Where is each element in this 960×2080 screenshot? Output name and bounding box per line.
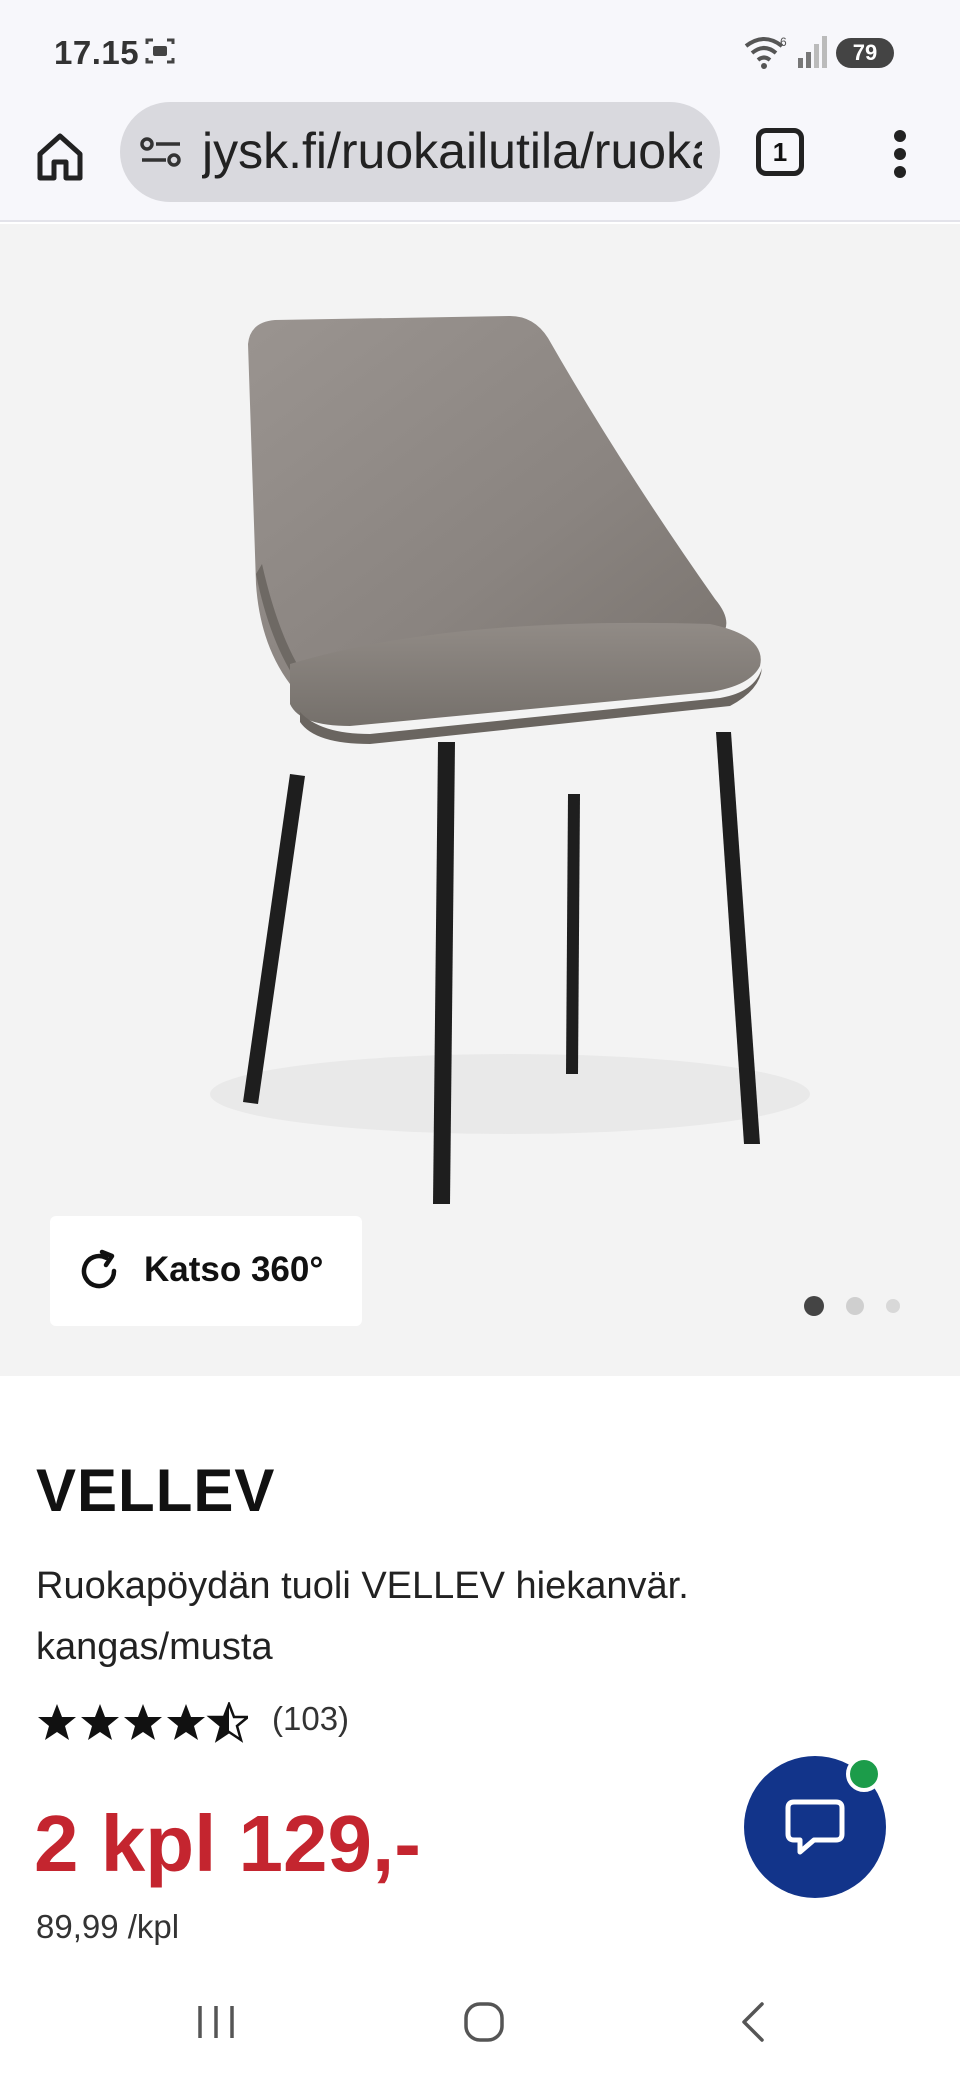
chat-button[interactable] xyxy=(744,1756,886,1898)
home-icon[interactable] xyxy=(30,126,90,186)
screenshot-notification-icon xyxy=(145,38,175,64)
carousel-dot[interactable] xyxy=(886,1299,900,1313)
back-icon[interactable] xyxy=(738,2000,768,2044)
svg-text:6: 6 xyxy=(780,35,787,49)
online-status-indicator xyxy=(846,1756,882,1792)
menu-dot xyxy=(894,166,906,178)
status-bar: 17.15 6 79 xyxy=(0,0,960,100)
product-price: 2 kpl 129,- xyxy=(34,1799,421,1888)
system-navigation-bar xyxy=(0,1970,960,2080)
status-time: 17.15 xyxy=(54,34,140,71)
view-360-button[interactable]: Katso 360° xyxy=(50,1216,362,1326)
menu-dot xyxy=(894,148,906,160)
product-description: Ruokapöydän tuoli VELLEV hiekanvär. kang… xyxy=(36,1565,689,1668)
menu-dot xyxy=(894,130,906,142)
carousel-dot-active[interactable] xyxy=(804,1296,824,1316)
wifi-icon: 6 xyxy=(744,35,787,69)
home-nav-icon[interactable] xyxy=(462,2000,506,2044)
recent-apps-icon[interactable] xyxy=(194,2000,238,2044)
unit-price: 89,99 /kpl xyxy=(36,1908,180,1945)
browser-toolbar: jysk.fi/ruokailutila/ruokapoydan-tuolit … xyxy=(0,100,960,222)
site-settings-icon[interactable] xyxy=(138,134,184,170)
address-bar[interactable]: jysk.fi/ruokailutila/ruokapoydan-tuolit xyxy=(120,102,720,202)
product-image-gallery[interactable]: Katso 360° xyxy=(0,224,960,1376)
tab-switcher-button[interactable]: 1 xyxy=(756,128,804,176)
chair-product-image xyxy=(210,316,810,1204)
rating-count[interactable]: (103) xyxy=(272,1700,349,1738)
view-360-label: Katso 360° xyxy=(144,1250,324,1289)
product-title: VELLEV xyxy=(36,1457,276,1524)
rating-stars-icon xyxy=(38,1702,248,1742)
url-text[interactable]: jysk.fi/ruokailutila/ruokapoydan-tuolit xyxy=(202,122,702,180)
carousel-dot[interactable] xyxy=(846,1297,864,1315)
battery-indicator: 79 xyxy=(836,38,894,68)
chat-bubble-icon xyxy=(785,1799,845,1855)
signal-icon xyxy=(798,36,827,68)
rotate-icon xyxy=(81,1249,117,1289)
browser-menu-button[interactable] xyxy=(880,126,920,182)
carousel-indicator xyxy=(804,1296,904,1316)
